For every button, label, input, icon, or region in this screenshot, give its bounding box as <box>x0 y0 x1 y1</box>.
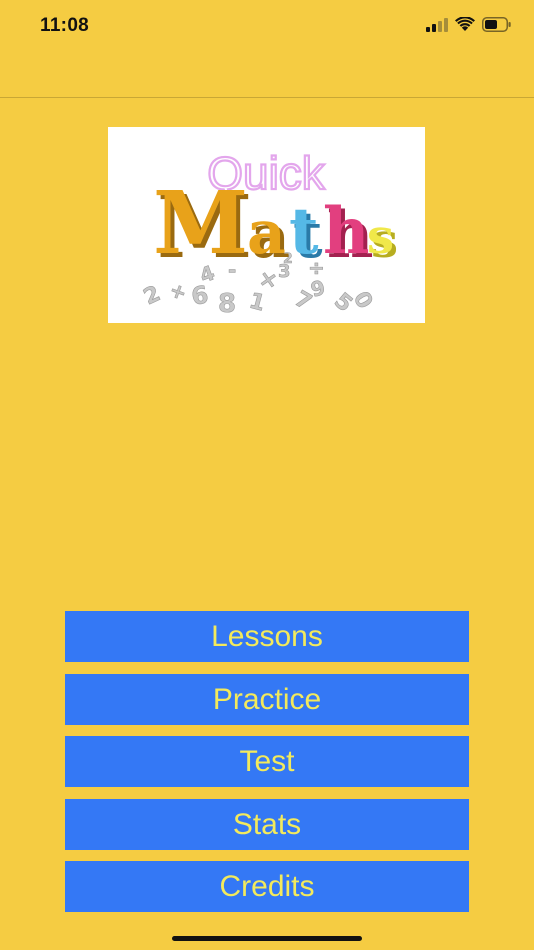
main-menu: Lessons Practice Test Stats Credits <box>65 611 469 924</box>
svg-text:8: 8 <box>218 289 236 319</box>
svg-text:a: a <box>247 198 286 268</box>
status-icons <box>426 17 512 32</box>
svg-text:1: 1 <box>246 289 267 317</box>
wifi-icon <box>455 17 475 31</box>
status-time: 11:08 <box>40 15 90 36</box>
stats-button[interactable]: Stats <box>65 798 469 850</box>
battery-icon <box>482 17 511 32</box>
navigation-bar <box>0 50 534 98</box>
cellular-signal-icon <box>426 17 448 32</box>
svg-text:2: 2 <box>140 281 164 310</box>
svg-text:s: s <box>367 209 394 265</box>
lessons-button[interactable]: Lessons <box>65 611 469 662</box>
home-indicator[interactable] <box>172 936 362 941</box>
svg-text:h: h <box>323 194 370 269</box>
svg-text:+: + <box>166 277 190 305</box>
quick-maths-logo: Quick 2 + 6 8 1 4 - × 3 7 9 5 0 ÷ 2 M a … <box>108 127 425 323</box>
svg-text:M: M <box>153 173 248 274</box>
svg-text:0: 0 <box>348 288 377 314</box>
status-bar: 11:08 <box>0 0 534 50</box>
svg-text:t: t <box>289 194 319 269</box>
test-button[interactable]: Test <box>65 736 469 787</box>
credits-button[interactable]: Credits <box>65 861 469 912</box>
practice-button[interactable]: Practice <box>65 673 469 725</box>
